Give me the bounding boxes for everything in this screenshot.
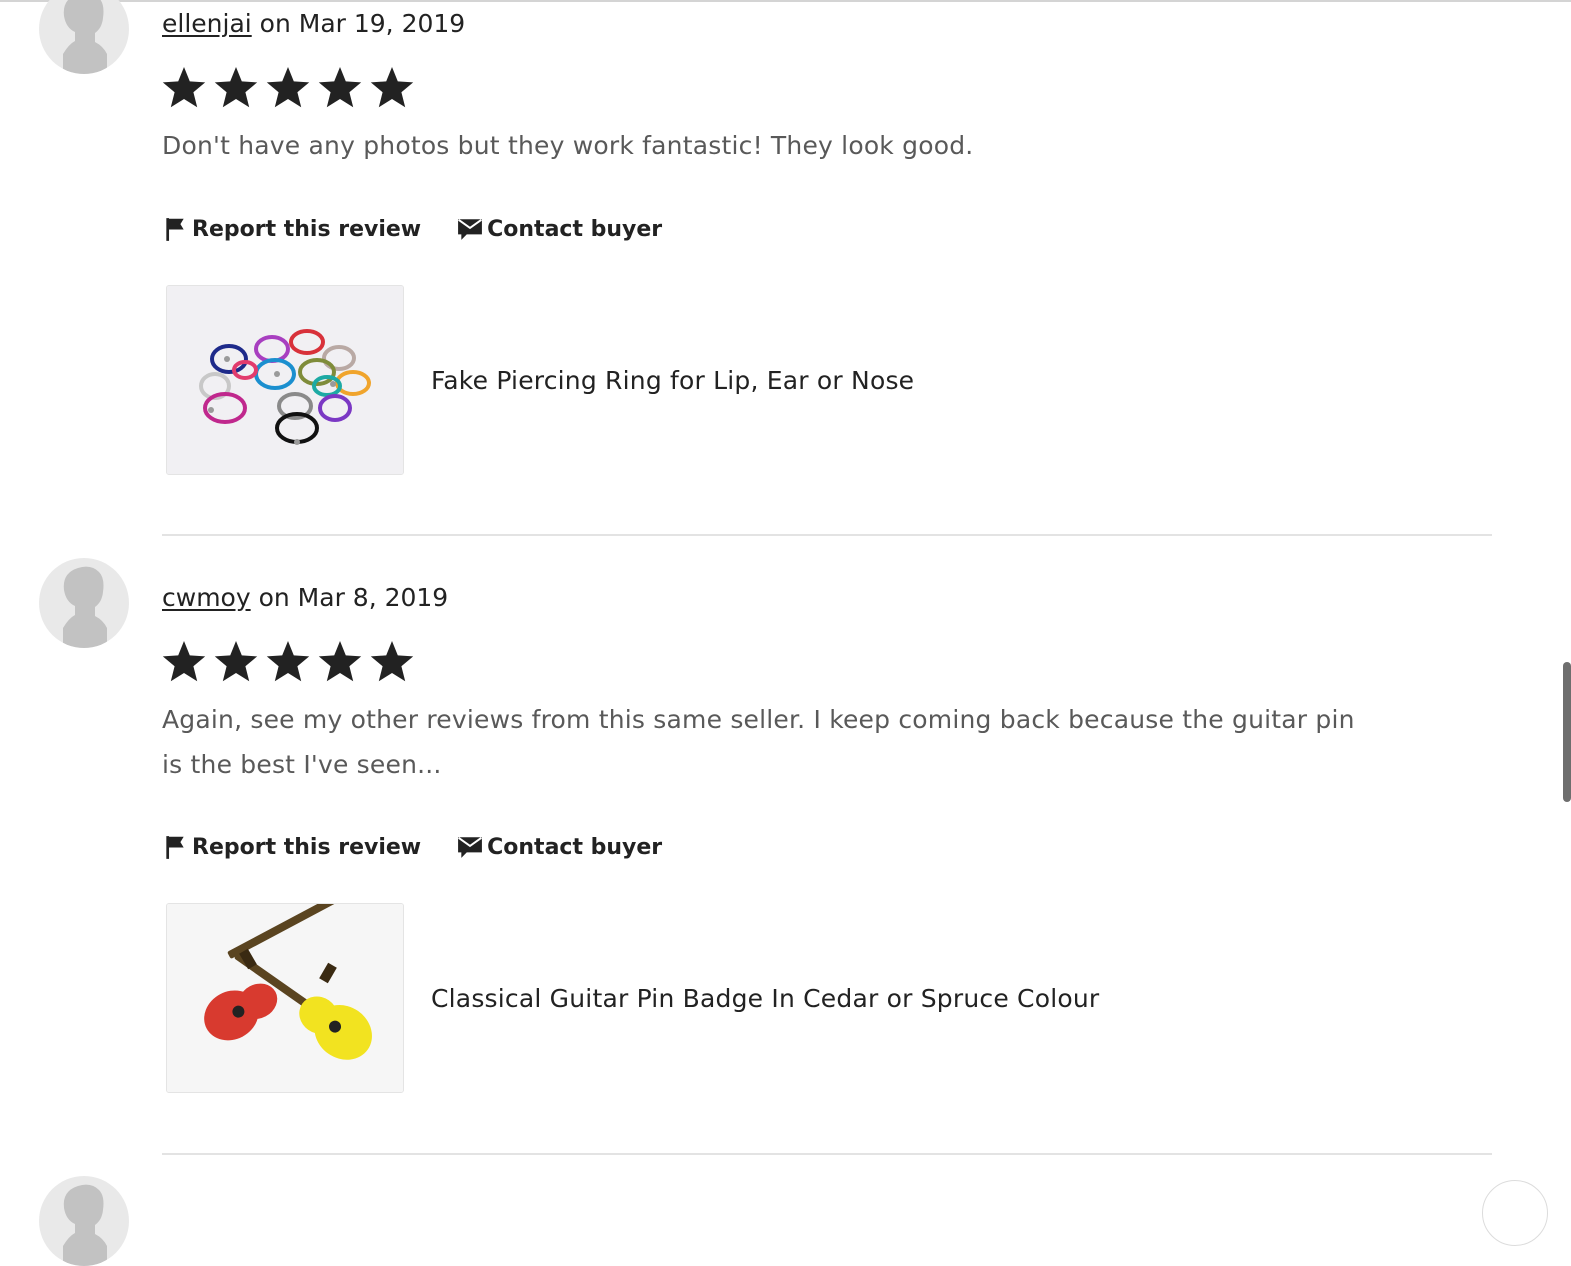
product-thumbnail[interactable] (166, 285, 404, 475)
star-icon (370, 641, 414, 682)
product-thumbnail[interactable] (166, 903, 404, 1093)
flag-icon (166, 836, 184, 859)
star-icon (318, 67, 362, 108)
review-date: on Mar 8, 2019 (250, 583, 449, 612)
contact-buyer-button[interactable]: Contact buyer (457, 834, 662, 860)
product-title[interactable]: Classical Guitar Pin Badge In Cedar or S… (431, 984, 1099, 1013)
contact-buyer-label: Contact buyer (487, 834, 663, 860)
review-divider (162, 534, 1492, 536)
contact-buyer-label: Contact buyer (487, 216, 663, 242)
review-meta: cwmoy on Mar 8, 2019 (162, 582, 448, 614)
review-divider (162, 1153, 1492, 1155)
review-actions: Report this review Contact buyer (162, 830, 662, 864)
review-date: on Mar 19, 2019 (251, 9, 466, 38)
star-icon (162, 67, 206, 108)
star-rating (160, 64, 416, 114)
product-title[interactable]: Fake Piercing Ring for Lip, Ear or Nose (431, 366, 914, 395)
star-icon (318, 641, 362, 682)
scrollbar-thumb[interactable] (1563, 662, 1571, 802)
star-icon (370, 67, 414, 108)
reviewed-product-link[interactable]: Classical Guitar Pin Badge In Cedar or S… (166, 903, 1266, 1093)
star-rating (160, 638, 416, 688)
message-icon (458, 218, 483, 240)
review-meta: ellenjai on Mar 19, 2019 (162, 8, 465, 40)
top-border (0, 0, 1571, 2)
star-icon (266, 641, 310, 682)
avatar[interactable] (39, 558, 129, 648)
reviewer-username-link[interactable]: cwmoy (162, 583, 251, 612)
review-text: Again, see my other reviews from this sa… (162, 705, 1355, 779)
avatar[interactable] (39, 1176, 129, 1266)
report-review-button[interactable]: Report this review (162, 216, 421, 242)
flag-icon (166, 218, 184, 241)
avatar[interactable] (39, 0, 129, 74)
review-text: Don't have any photos but they work fant… (162, 131, 974, 160)
report-review-button[interactable]: Report this review (162, 834, 421, 860)
star-icon (266, 67, 310, 108)
contact-buyer-button[interactable]: Contact buyer (457, 216, 662, 242)
report-review-label: Report this review (192, 216, 422, 242)
message-icon (458, 836, 483, 858)
report-review-label: Report this review (192, 834, 422, 860)
star-icon (162, 641, 206, 682)
star-icon (214, 641, 258, 682)
star-icon (214, 67, 258, 108)
reviewed-product-link[interactable]: Fake Piercing Ring for Lip, Ear or Nose (166, 285, 1266, 475)
reviewer-username-link[interactable]: ellenjai (162, 9, 252, 38)
scroll-to-top-button[interactable] (1482, 1180, 1548, 1246)
review-actions: Report this review Contact buyer (162, 212, 662, 246)
